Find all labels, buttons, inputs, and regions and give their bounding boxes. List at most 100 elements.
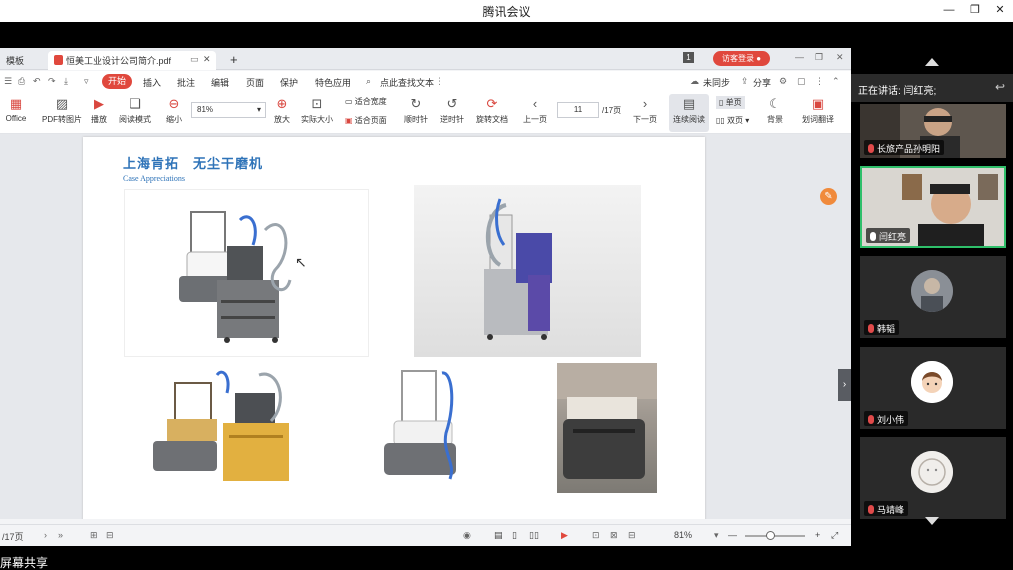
settings-icon[interactable]: ⚙ bbox=[779, 76, 787, 87]
back-icon[interactable]: ↩ bbox=[995, 80, 1005, 94]
tab-close-icon[interactable]: ✕ bbox=[203, 54, 211, 65]
share-button[interactable]: 分享 bbox=[753, 76, 771, 89]
tab-screen-icon[interactable]: ▭ bbox=[190, 54, 199, 65]
side-panel-toggle[interactable]: › bbox=[838, 369, 851, 401]
rotate-doc-button[interactable]: ⟳ 旋转文档 bbox=[474, 96, 510, 125]
menu-annotate[interactable]: 批注 bbox=[177, 76, 195, 89]
rotate-ccw-icon: ↺ bbox=[446, 96, 458, 111]
play-button[interactable]: ▶ 播放 bbox=[88, 96, 110, 125]
participant-tile-2[interactable]: 闫红亮 bbox=[860, 166, 1006, 248]
double-page-button[interactable]: ▯▯ 双页 ▾ bbox=[716, 115, 749, 126]
tab-template[interactable]: 模板 bbox=[0, 51, 30, 70]
single-view-icon[interactable]: ▤ bbox=[494, 530, 503, 541]
fit-page-button[interactable]: ▣ 适合页面 bbox=[345, 115, 387, 126]
status-page-total: /17页 bbox=[2, 532, 24, 542]
new-tab-button[interactable]: + bbox=[224, 49, 244, 68]
avatar-image bbox=[911, 451, 953, 493]
participant-tile-4[interactable]: 刘小伟 bbox=[860, 347, 1006, 429]
zoom-slider-track[interactable] bbox=[745, 535, 805, 537]
fit-icon-3[interactable]: ⊟ bbox=[628, 530, 636, 541]
translate-button[interactable]: ▣ 划词翻译 bbox=[798, 96, 838, 125]
status-zoom-value[interactable]: 81% bbox=[674, 530, 692, 540]
search-text-link[interactable]: 点此查找文本 bbox=[380, 76, 434, 89]
double-view-icon[interactable]: ▯▯ bbox=[529, 530, 539, 541]
book-icon: ❑ bbox=[129, 96, 141, 111]
menu-more-icon[interactable]: ⋮ bbox=[815, 76, 824, 87]
status-next-icon[interactable]: › bbox=[44, 530, 47, 540]
product-photo-5 bbox=[557, 363, 657, 493]
status-last-icon[interactable]: » bbox=[58, 530, 63, 540]
export-icon[interactable]: ⤓ bbox=[64, 76, 68, 87]
single-page-icon: ▯ bbox=[719, 98, 724, 107]
office-button[interactable]: ▦ Office bbox=[0, 96, 32, 123]
status-add-icon[interactable]: ⊞ bbox=[90, 530, 98, 541]
wps-restore-icon[interactable]: ❐ bbox=[815, 52, 823, 63]
read-mode-button[interactable]: ❑ 阅读模式 bbox=[116, 96, 154, 125]
zoom-select[interactable]: 81% ▾ bbox=[191, 102, 266, 118]
actual-size-button[interactable]: ⊡ 实际大小 bbox=[298, 96, 336, 125]
status-extract-icon[interactable]: ⊟ bbox=[106, 530, 114, 541]
background-button[interactable]: ☾ 背景 bbox=[762, 96, 788, 125]
pdf-to-image-button[interactable]: ▨ PDF转图片 bbox=[40, 96, 84, 125]
zoom-slider-handle[interactable] bbox=[766, 531, 775, 540]
fit-icon-1[interactable]: ⊡ bbox=[592, 530, 600, 541]
page-view-icon[interactable]: ▯ bbox=[512, 530, 517, 541]
rotate-ccw-button[interactable]: ↺ 逆时针 bbox=[438, 96, 466, 125]
menu-protect[interactable]: 保护 bbox=[280, 76, 298, 89]
undo-icon[interactable]: ↶ bbox=[33, 76, 41, 87]
page-number-input[interactable]: 11 bbox=[557, 102, 599, 118]
fullscreen-icon[interactable]: ⤢ bbox=[831, 530, 838, 541]
print-icon[interactable]: ⎙ bbox=[18, 76, 25, 87]
wps-window: 模板 恒美工业设计公司简介.pdf ▭ ✕ + 1 访客登录 ● — ❐ ✕ ☰… bbox=[0, 48, 851, 546]
minimize-icon[interactable]: — bbox=[940, 2, 958, 18]
continuous-read-button[interactable]: ▤ 连续阅读 bbox=[669, 94, 709, 132]
menu-page[interactable]: 页面 bbox=[246, 76, 264, 89]
menu-insert[interactable]: 插入 bbox=[143, 76, 161, 89]
collapse-ribbon-icon[interactable]: ⌃ bbox=[832, 76, 840, 87]
comment-icon[interactable]: ▢ bbox=[797, 76, 806, 87]
assistant-icon[interactable]: ✎ bbox=[820, 188, 837, 205]
status-zoom-in-icon[interactable]: + bbox=[815, 530, 820, 540]
close-icon[interactable]: ✕ bbox=[991, 2, 1009, 18]
zoom-dropdown-icon[interactable]: ▾ bbox=[714, 530, 719, 541]
eye-protect-icon[interactable]: ◉ bbox=[463, 530, 471, 541]
participant-tile-3[interactable]: 韩韬 bbox=[860, 256, 1006, 338]
wps-minimize-icon[interactable]: — bbox=[795, 52, 804, 62]
zoom-out-button[interactable]: ⊖ 缩小 bbox=[162, 96, 186, 125]
zoom-in-button[interactable]: ⊕ 放大 bbox=[270, 96, 294, 125]
fit-width-icon: ▭ bbox=[345, 97, 353, 106]
restore-icon[interactable]: ❐ bbox=[966, 2, 984, 18]
zoom-out-label: 缩小 bbox=[166, 115, 182, 124]
office-label: Office bbox=[5, 114, 27, 123]
continuous-icon: ▤ bbox=[682, 96, 696, 111]
menu-features[interactable]: 特色应用 bbox=[315, 76, 351, 89]
next-page-button[interactable]: › 下一页 bbox=[630, 96, 660, 125]
office-icon: ▦ bbox=[9, 96, 23, 111]
guest-login-button[interactable]: 访客登录 ● bbox=[713, 51, 770, 66]
participant-tile-1[interactable]: 长旅产品孙明阳 bbox=[860, 104, 1006, 158]
prev-page-button[interactable]: ‹ 上一页 bbox=[520, 96, 550, 125]
product-photo-1: ↖ bbox=[124, 189, 369, 357]
more-dropdown-icon[interactable]: ▿ bbox=[84, 76, 89, 87]
scroll-up-icon[interactable] bbox=[925, 58, 939, 66]
more-options-icon[interactable]: ⋮ bbox=[435, 76, 444, 87]
menu-start[interactable]: 开始 bbox=[102, 74, 132, 89]
fit-icon-2[interactable]: ⊠ bbox=[610, 530, 618, 541]
tab-document[interactable]: 恒美工业设计公司简介.pdf ▭ ✕ bbox=[48, 51, 216, 70]
participant-tile-5[interactable]: 马靖峰 bbox=[860, 437, 1006, 519]
single-page-label: 单页 bbox=[725, 98, 742, 107]
status-zoom-out-icon[interactable]: — bbox=[728, 530, 737, 540]
chevron-right-icon: › bbox=[642, 96, 648, 111]
wps-close-icon[interactable]: ✕ bbox=[836, 52, 844, 63]
scroll-down-icon[interactable] bbox=[925, 517, 939, 525]
play-slide-icon[interactable]: ▶ bbox=[561, 530, 568, 541]
redo-icon[interactable]: ↷ bbox=[48, 76, 56, 87]
search-icon[interactable]: ⌕ bbox=[366, 76, 371, 87]
single-page-button[interactable]: ▯ 单页 bbox=[716, 96, 745, 109]
fit-width-button[interactable]: ▭ 适合宽度 bbox=[345, 96, 387, 107]
menu-icon[interactable]: ☰ bbox=[4, 76, 12, 87]
sync-status[interactable]: 未同步 bbox=[703, 76, 730, 89]
menu-edit[interactable]: 编辑 bbox=[211, 76, 229, 89]
rotate-cw-button[interactable]: ↻ 顺时针 bbox=[402, 96, 430, 125]
chevron-down-icon: ▾ bbox=[256, 105, 261, 114]
